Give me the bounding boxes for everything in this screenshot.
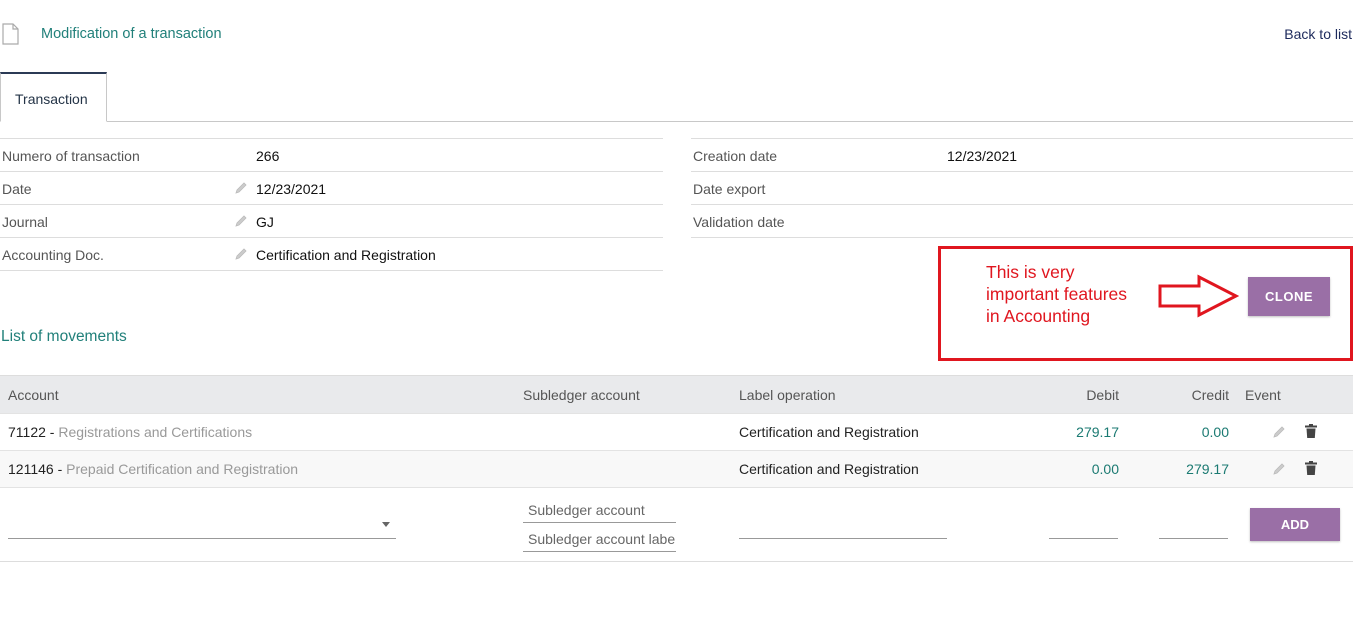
column-header-credit: Credit bbox=[1191, 387, 1229, 403]
annotation-text: This is very important features in Accou… bbox=[986, 261, 1166, 327]
pencil-icon[interactable] bbox=[234, 181, 248, 195]
field-row-creation-date: Creation date 12/23/2021 bbox=[691, 139, 1353, 172]
pencil-icon[interactable] bbox=[1272, 425, 1286, 439]
arrow-right-icon bbox=[1158, 274, 1239, 318]
pencil-icon[interactable] bbox=[1272, 462, 1286, 476]
back-to-list-link[interactable]: Back to list bbox=[1284, 26, 1352, 42]
add-button[interactable]: ADD bbox=[1250, 508, 1340, 541]
field-row-accounting-doc: Accounting Doc. Certification and Regist… bbox=[0, 238, 663, 271]
label-cell: Certification and Registration bbox=[739, 461, 919, 477]
transaction-fields-right: Creation date 12/23/2021 Date export Val… bbox=[691, 138, 1353, 238]
table-row: 71122 - Registrations and Certifications… bbox=[0, 413, 1353, 450]
movements-table: Account Subledger account Label operatio… bbox=[0, 375, 1353, 487]
field-label: Numero of transaction bbox=[2, 148, 140, 164]
account-separator: - bbox=[45, 424, 59, 440]
field-label: Validation date bbox=[693, 214, 785, 230]
page-header: Modification of a transaction Back to li… bbox=[0, 0, 1357, 70]
field-row-validation-date: Validation date bbox=[691, 205, 1353, 238]
caret-down-icon bbox=[382, 522, 390, 527]
subledger-account-input[interactable] bbox=[523, 497, 676, 523]
field-value: GJ bbox=[256, 214, 274, 230]
account-name: Registrations and Certifications bbox=[58, 424, 253, 440]
label-cell: Certification and Registration bbox=[739, 424, 919, 440]
table-row: 121146 - Prepaid Certification and Regis… bbox=[0, 450, 1353, 487]
account-separator: - bbox=[53, 461, 67, 477]
debit-cell: 0.00 bbox=[1091, 461, 1119, 477]
field-value: 12/23/2021 bbox=[947, 148, 1018, 164]
credit-cell: 0.00 bbox=[1201, 424, 1229, 440]
field-row-date-export: Date export bbox=[691, 172, 1353, 205]
debit-input[interactable] bbox=[1049, 510, 1118, 539]
clone-button[interactable]: CLONE bbox=[1248, 277, 1330, 316]
annotation-line: important features bbox=[986, 284, 1128, 304]
subledger-account-label-input[interactable] bbox=[523, 526, 676, 552]
column-header-label: Label operation bbox=[739, 387, 836, 403]
trash-icon[interactable] bbox=[1305, 461, 1317, 475]
annotation-line: in Accounting bbox=[986, 306, 1091, 326]
field-value: Certification and Registration bbox=[256, 247, 436, 263]
pencil-icon[interactable] bbox=[234, 247, 248, 261]
page-title: Modification of a transaction bbox=[41, 26, 222, 42]
account-cell: 71122 - Registrations and Certifications bbox=[8, 424, 252, 440]
annotation-line: This is very bbox=[986, 262, 1075, 282]
column-header-subledger: Subledger account bbox=[523, 387, 640, 403]
account-select[interactable] bbox=[8, 510, 396, 539]
document-icon bbox=[2, 23, 19, 45]
account-number: 121146 bbox=[8, 461, 54, 477]
field-label: Date bbox=[2, 181, 32, 197]
label-operation-input[interactable] bbox=[739, 510, 947, 539]
field-row-numero: Numero of transaction 266 bbox=[0, 139, 663, 172]
field-value: 266 bbox=[256, 148, 280, 164]
column-header-account: Account bbox=[8, 387, 59, 403]
transaction-fields-left: Numero of transaction 266 Date 12/23/202… bbox=[0, 138, 663, 271]
account-cell: 121146 - Prepaid Certification and Regis… bbox=[8, 461, 298, 477]
pencil-icon[interactable] bbox=[234, 214, 248, 228]
field-row-journal: Journal GJ bbox=[0, 205, 663, 238]
field-label: Creation date bbox=[693, 148, 778, 164]
account-name: Prepaid Certification and Registration bbox=[66, 461, 299, 477]
credit-input[interactable] bbox=[1159, 510, 1228, 539]
table-header: Account Subledger account Label operatio… bbox=[0, 375, 1353, 413]
add-movement-row: ADD bbox=[0, 487, 1353, 562]
tab-transaction[interactable]: Transaction bbox=[0, 72, 107, 122]
column-header-event: Event bbox=[1245, 387, 1281, 403]
field-label: Journal bbox=[2, 214, 48, 230]
tab-bar: Transaction bbox=[0, 72, 1353, 122]
account-number: 71122 bbox=[8, 424, 46, 440]
column-header-debit: Debit bbox=[1086, 387, 1119, 403]
debit-cell: 279.17 bbox=[1076, 424, 1119, 440]
credit-cell: 279.17 bbox=[1186, 461, 1229, 477]
field-label: Date export bbox=[693, 181, 766, 197]
field-value: 12/23/2021 bbox=[256, 181, 327, 197]
field-label: Accounting Doc. bbox=[2, 247, 104, 263]
field-row-date: Date 12/23/2021 bbox=[0, 172, 663, 205]
trash-icon[interactable] bbox=[1305, 424, 1317, 438]
movements-section-title: List of movements bbox=[1, 328, 127, 345]
